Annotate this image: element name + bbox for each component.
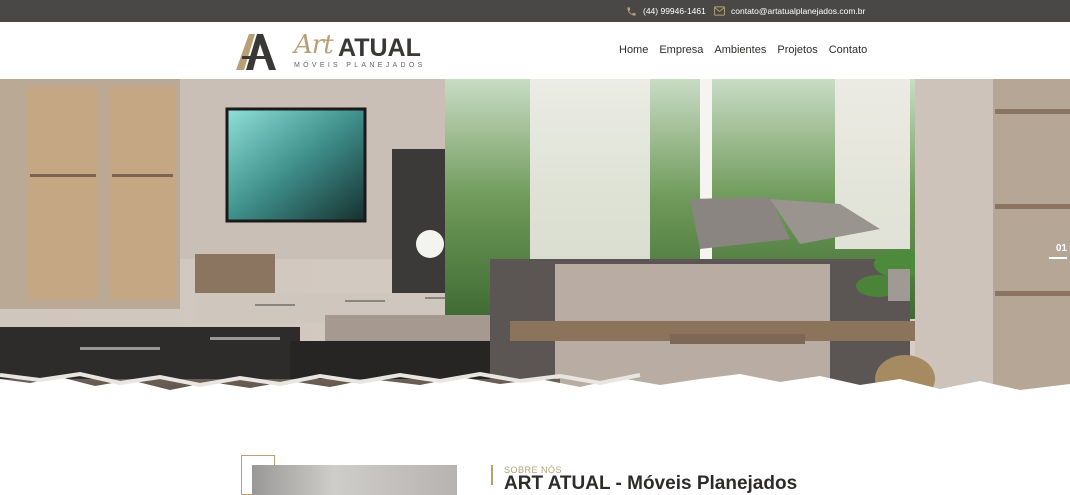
slide-number[interactable]: 01 xyxy=(1056,243,1067,254)
hero-slider[interactable]: 01 xyxy=(0,79,1070,414)
phone-icon xyxy=(627,6,636,16)
phone-text: (44) 99946-1461 xyxy=(643,6,706,16)
top-bar: (44) 99946-1461 contato@artatualplanejad… xyxy=(0,0,1070,22)
site-header: Art ATUAL MÓVEIS PLANEJADOS Home Empresa… xyxy=(0,22,1070,79)
nav-ambientes[interactable]: Ambientes xyxy=(714,44,766,56)
slide-indicator-line xyxy=(1049,257,1067,259)
logo-bold-word: ATUAL xyxy=(338,34,421,62)
logo[interactable]: Art ATUAL MÓVEIS PLANEJADOS xyxy=(236,30,436,72)
about-image xyxy=(252,465,457,495)
main-nav: Home Empresa Ambientes Projetos Contato xyxy=(619,44,867,56)
logo-script-word: Art xyxy=(294,30,334,60)
about-title: ART ATUAL - Móveis Planejados xyxy=(504,473,798,494)
nav-home[interactable]: Home xyxy=(619,44,648,56)
nav-empresa[interactable]: Empresa xyxy=(659,44,703,56)
nav-contato[interactable]: Contato xyxy=(829,44,868,56)
topbar-phone[interactable]: (44) 99946-1461 xyxy=(626,0,706,22)
email-text: contato@artatualplanejados.com.br xyxy=(731,6,866,16)
logo-subtitle: MÓVEIS PLANEJADOS xyxy=(294,62,426,69)
topbar-email[interactable]: contato@artatualplanejados.com.br xyxy=(714,0,865,22)
nav-projetos[interactable]: Projetos xyxy=(777,44,817,56)
hero-image xyxy=(0,79,1070,414)
envelope-icon xyxy=(714,6,725,16)
about-accent-bar xyxy=(491,465,493,485)
logo-mark-icon xyxy=(236,34,276,70)
